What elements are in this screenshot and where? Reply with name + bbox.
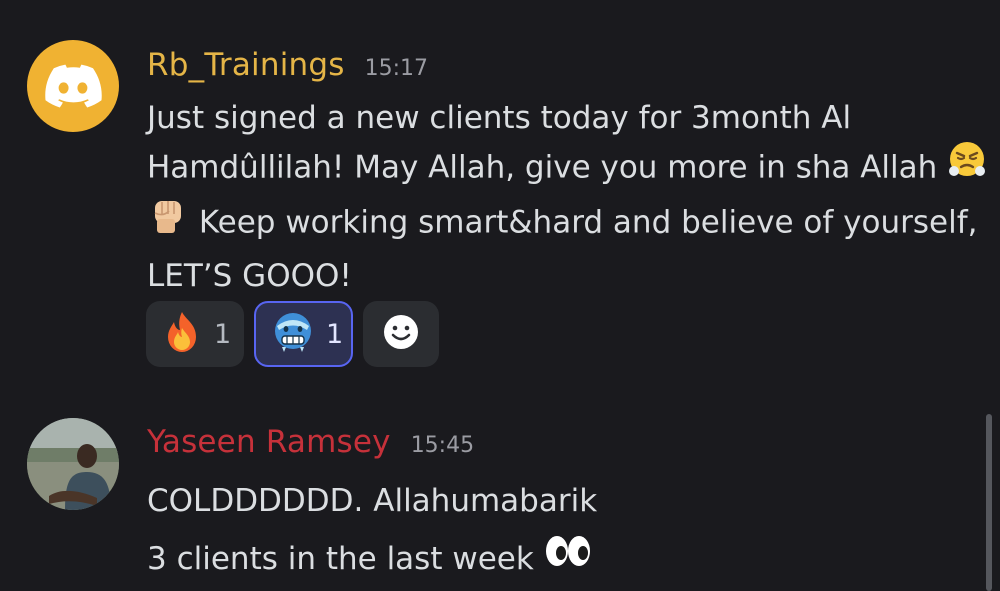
- cold-face-emoji-icon: [272, 311, 314, 357]
- discord-logo-icon: [45, 64, 102, 108]
- message-line: Just signed a new clients today for 3mon…: [147, 100, 852, 136]
- chat-view: Rb_Trainings 15:17 Just signed a new cli…: [0, 0, 1000, 591]
- reaction-cold-face[interactable]: 1: [254, 301, 353, 367]
- user-photo-avatar: [27, 418, 119, 510]
- message-line: Hamdûllilah! May Allah, give you more in…: [147, 142, 986, 196]
- eyes-emoji-icon: [544, 529, 592, 587]
- username[interactable]: Yaseen Ramsey: [147, 424, 391, 460]
- message-line: 3 clients in the last week: [147, 530, 977, 590]
- avatar[interactable]: [27, 418, 119, 510]
- steam-nose-emoji-icon: [947, 139, 987, 193]
- reaction-fire[interactable]: 1: [146, 301, 244, 367]
- message-line: LET’S GOOO!: [147, 258, 352, 294]
- smiley-add-reaction-icon: [382, 313, 420, 355]
- reaction-count: 1: [326, 318, 344, 350]
- raised-fist-emoji-icon: [147, 193, 189, 249]
- add-reaction-button[interactable]: [363, 301, 439, 367]
- message-content: Just signed a new clients today for 3mon…: [147, 94, 986, 300]
- avatar[interactable]: [27, 40, 119, 132]
- fire-emoji-icon: [162, 310, 202, 358]
- timestamp: 15:17: [364, 56, 428, 81]
- reactions-bar: 1 1: [146, 301, 439, 367]
- scrollbar[interactable]: [986, 414, 992, 591]
- message-line: Keep working smart&hard and believe of y…: [147, 196, 977, 252]
- message-line: COLDDDDDD. Allahumabarik: [147, 483, 598, 519]
- message-header: Rb_Trainings 15:17: [147, 47, 428, 83]
- message-content: COLDDDDDD. Allahumabarik 3 clients in th…: [147, 472, 977, 590]
- username[interactable]: Rb_Trainings: [147, 47, 345, 83]
- reaction-count: 1: [214, 318, 232, 350]
- message-header: Yaseen Ramsey 15:45: [147, 424, 474, 460]
- timestamp: 15:45: [410, 433, 475, 458]
